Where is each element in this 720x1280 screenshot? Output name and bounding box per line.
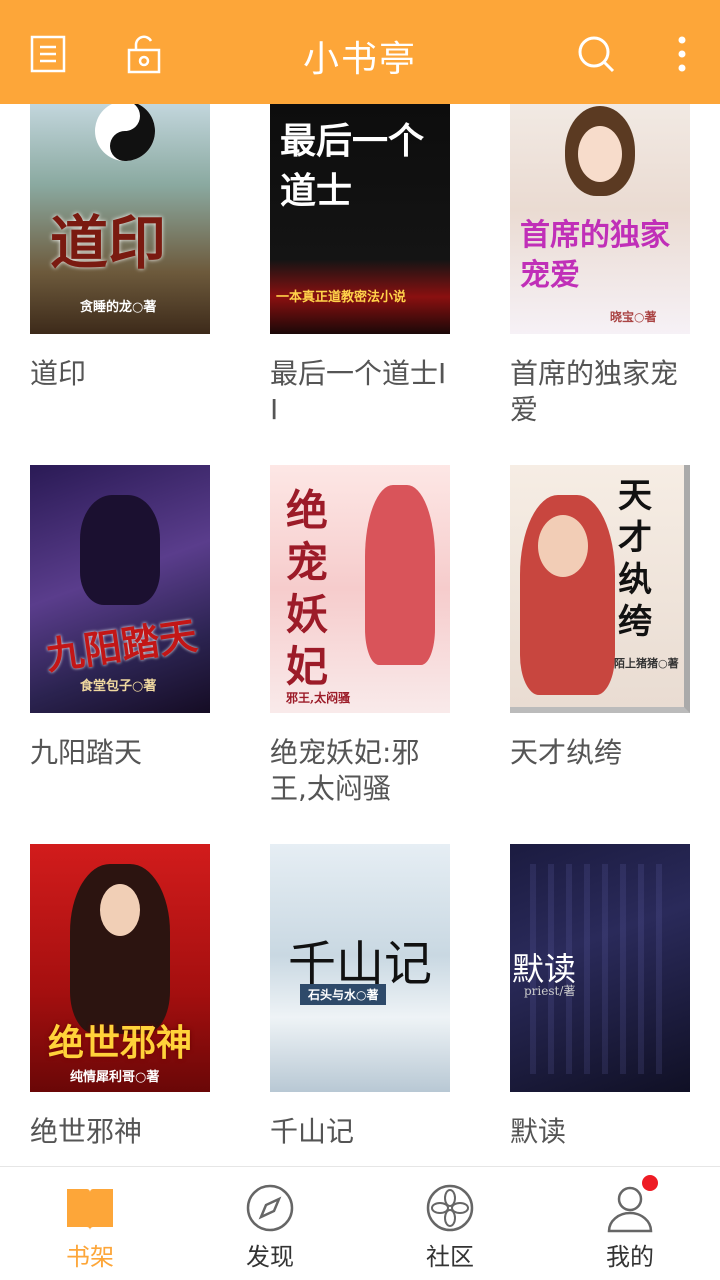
- cover-author: 一本真正道教密法小说: [276, 290, 407, 305]
- cover-author: 石头与水○著: [300, 984, 387, 1005]
- book-title: 九阳踏天: [30, 736, 143, 769]
- tab-label: 我的: [606, 1243, 654, 1271]
- warrior-illustration: [80, 495, 160, 605]
- cover-author: 陌上猪猪○著: [614, 657, 679, 670]
- tab-label: 书架: [66, 1243, 114, 1271]
- cover-author: 晓宝○著: [610, 310, 657, 324]
- book-item[interactable]: 千山记 石头与水○著 千山记: [270, 844, 470, 1150]
- book-title: 绝世邪神: [30, 1115, 143, 1148]
- book-cover[interactable]: 绝世邪神 纯情犀利哥○著: [30, 844, 210, 1092]
- flower-icon: [426, 1184, 474, 1232]
- book-title: 首席的独家宠爱: [510, 357, 679, 426]
- tab-profile[interactable]: 我的: [540, 1167, 720, 1280]
- book-cover[interactable]: 首席的独家宠爱 晓宝○著: [510, 104, 690, 334]
- book-title: 千山记: [270, 1115, 355, 1148]
- bottom-nav: 书架 发现 社区 我的: [0, 1166, 720, 1280]
- cover-text: 绝世邪神: [48, 1022, 193, 1064]
- book-title: 绝宠妖妃:邪王,太闷骚: [270, 736, 420, 805]
- cover-author: 邪王,太闷骚: [286, 691, 351, 705]
- book-title: 最后一个道士II: [270, 357, 447, 426]
- book-cover[interactable]: 默读 priest/著: [510, 844, 690, 1092]
- book-item[interactable]: 天才纨绔 陌上猪猪○著 天才纨绔: [510, 465, 710, 771]
- tab-bookshelf[interactable]: 书架: [0, 1167, 180, 1280]
- cover-text: 首席的独家宠爱: [520, 218, 670, 293]
- cover-text: 绝宠妖妃: [286, 486, 329, 691]
- book-item[interactable]: 最后一个道士 一本真正道教密法小说 最后一个道士II: [270, 104, 470, 428]
- compass-icon: [246, 1184, 294, 1232]
- cover-text: 九阳踏天: [43, 612, 200, 679]
- tab-community[interactable]: 社区: [360, 1167, 540, 1280]
- book-item[interactable]: 九阳踏天 食堂包子○著 九阳踏天: [30, 465, 230, 771]
- book-item[interactable]: 首席的独家宠爱 晓宝○著 首席的独家宠爱: [510, 104, 710, 428]
- cover-author: priest/著: [524, 984, 576, 998]
- notification-badge: [642, 1175, 658, 1191]
- cover-author: 纯情犀利哥○著: [70, 1070, 160, 1085]
- cover-author: 食堂包子○著: [80, 679, 157, 694]
- book-title: 默读: [510, 1115, 567, 1148]
- book-title: 天才纨绔: [510, 736, 623, 769]
- cover-text: 道印: [50, 209, 167, 277]
- search-icon[interactable]: [576, 34, 616, 74]
- book-cover[interactable]: 道印 贪睡的龙○著: [30, 104, 210, 334]
- book-item[interactable]: 绝宠妖妃 邪王,太闷骚 绝宠妖妃:邪王,太闷骚: [270, 465, 470, 807]
- more-vertical-icon[interactable]: [662, 34, 702, 74]
- tab-label: 发现: [246, 1243, 294, 1271]
- book-cover[interactable]: 天才纨绔 陌上猪猪○著: [510, 465, 690, 713]
- book-cover[interactable]: 绝宠妖妃 邪王,太闷骚: [270, 465, 450, 713]
- yin-yang-icon: [95, 104, 155, 161]
- book-icon: [67, 1189, 113, 1230]
- book-cover[interactable]: 九阳踏天 食堂包子○著: [30, 465, 210, 713]
- bookshelf-grid: 道印 贪睡的龙○著 道印 最后一个道士 一本真正道教密法小说 最后一个道士II …: [0, 104, 720, 1166]
- cover-text: 最后一个道士: [280, 120, 425, 212]
- book-cover[interactable]: 千山记 石头与水○著: [270, 844, 450, 1092]
- book-item[interactable]: 默读 priest/著 默读: [510, 844, 710, 1150]
- top-bar: 小书亭: [0, 0, 720, 104]
- tab-discover[interactable]: 发现: [180, 1167, 360, 1280]
- princess-illustration: [365, 485, 435, 665]
- book-item[interactable]: 绝世邪神 纯情犀利哥○著 绝世邪神: [30, 844, 230, 1150]
- cover-author: 贪睡的龙○著: [80, 300, 157, 315]
- book-title: 道印: [30, 357, 87, 390]
- tab-label: 社区: [426, 1243, 474, 1271]
- cover-text: 天才纨绔: [618, 476, 652, 642]
- book-item[interactable]: 道印 贪睡的龙○著 道印: [30, 104, 230, 392]
- book-cover[interactable]: 最后一个道士 一本真正道教密法小说: [270, 104, 450, 334]
